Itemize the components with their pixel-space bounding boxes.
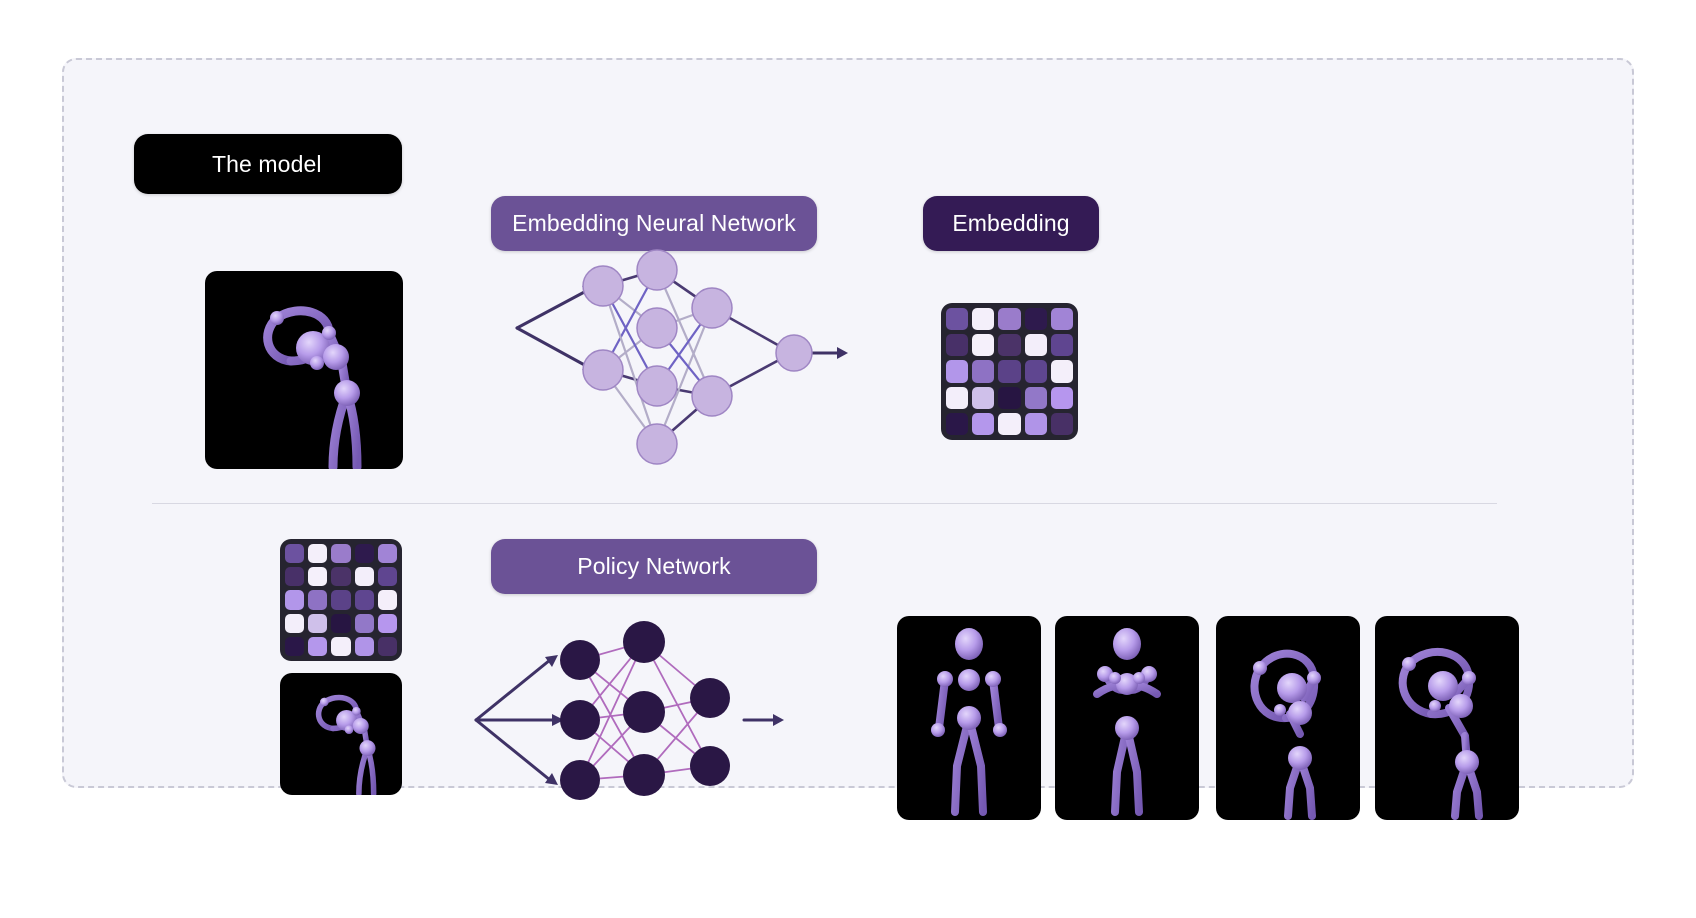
matrix-cell xyxy=(946,412,969,435)
matrix-cell xyxy=(972,308,995,331)
matrix-cell xyxy=(998,386,1021,409)
embedding-matrix-output xyxy=(941,303,1078,440)
matrix-cell xyxy=(946,334,969,357)
matrix-cell xyxy=(285,636,305,656)
pose-arm-circle-overhead-icon xyxy=(1250,649,1321,820)
matrix-cell xyxy=(946,360,969,383)
matrix-cell xyxy=(946,308,969,331)
matrix-cell xyxy=(285,590,305,610)
model-diagram-panel: The model Embedding Neural Network Embed… xyxy=(62,58,1634,820)
matrix-cell xyxy=(946,386,969,409)
matrix-cell xyxy=(1050,308,1073,331)
matrix-cell xyxy=(377,567,397,587)
pose-skeleton-icon xyxy=(263,306,362,469)
matrix-cell xyxy=(308,544,328,564)
embedding-neural-network-diagram xyxy=(515,249,848,465)
diagram-canvas: The model Embedding Neural Network Embed… xyxy=(0,0,1696,918)
matrix-cell xyxy=(354,544,374,564)
label-embedding-neural-network: Embedding Neural Network xyxy=(491,196,817,251)
matrix-cell xyxy=(308,567,328,587)
matrix-cell xyxy=(998,360,1021,383)
matrix-cell xyxy=(1050,334,1073,357)
matrix-cell xyxy=(972,412,995,435)
matrix-cell xyxy=(1050,360,1073,383)
matrix-cell xyxy=(285,544,305,564)
pose-frame-2 xyxy=(1055,616,1199,820)
matrix-cell xyxy=(998,412,1021,435)
matrix-cell xyxy=(1024,334,1047,357)
matrix-cell xyxy=(354,613,374,633)
pose-frame-3 xyxy=(1216,616,1360,820)
matrix-cell xyxy=(354,636,374,656)
embedding-matrix-input xyxy=(280,539,402,661)
matrix-cell xyxy=(331,544,351,564)
pose-frame-4 xyxy=(1375,616,1519,820)
matrix-cell xyxy=(1024,386,1047,409)
section-divider xyxy=(152,503,1497,504)
policy-network-diagram xyxy=(474,621,784,800)
label-policy-network: Policy Network xyxy=(491,539,817,594)
pose-arm-circle-tilted-icon xyxy=(1398,647,1483,820)
pose-skeleton-input-card-2 xyxy=(280,673,402,795)
matrix-cell xyxy=(998,334,1021,357)
matrix-cell xyxy=(998,308,1021,331)
matrix-cell xyxy=(354,590,374,610)
matrix-cell xyxy=(1024,308,1047,331)
matrix-cell xyxy=(331,613,351,633)
matrix-cell xyxy=(285,613,305,633)
pose-frame-1 xyxy=(897,616,1041,820)
matrix-cell xyxy=(377,544,397,564)
label-embedding: Embedding xyxy=(923,196,1099,251)
matrix-cell xyxy=(331,636,351,656)
matrix-cell xyxy=(331,567,351,587)
pose-arms-crossed-icon xyxy=(1093,628,1161,816)
matrix-cell xyxy=(377,613,397,633)
pose-standing-icon xyxy=(931,628,1007,816)
matrix-cell xyxy=(377,636,397,656)
matrix-cell xyxy=(377,590,397,610)
matrix-cell xyxy=(308,590,328,610)
matrix-cell xyxy=(972,334,995,357)
matrix-cell xyxy=(308,636,328,656)
network-nodes xyxy=(560,621,730,800)
input-arrows xyxy=(515,287,592,370)
pose-skeleton-input-card xyxy=(205,271,403,469)
matrix-cell xyxy=(308,613,328,633)
matrix-cell xyxy=(972,386,995,409)
network-nodes xyxy=(582,249,813,465)
matrix-cell xyxy=(285,567,305,587)
matrix-cell xyxy=(1024,360,1047,383)
matrix-cell xyxy=(972,360,995,383)
matrix-cell xyxy=(1050,386,1073,409)
pose-skeleton-icon xyxy=(315,694,377,795)
matrix-cell xyxy=(1024,412,1047,435)
matrix-cell xyxy=(331,590,351,610)
matrix-cell xyxy=(354,567,374,587)
input-arrows xyxy=(474,658,558,782)
page-title: The model xyxy=(134,134,402,194)
matrix-cell xyxy=(1050,412,1073,435)
